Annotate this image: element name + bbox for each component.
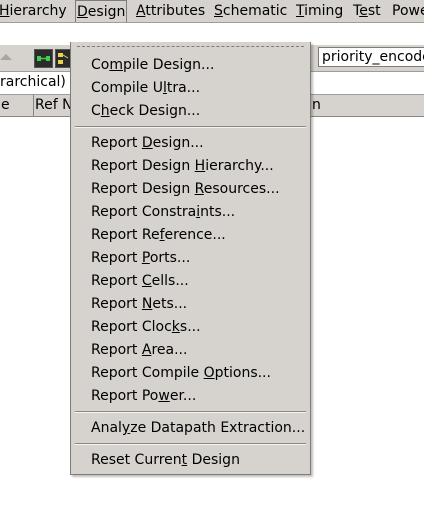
- menu-attributes[interactable]: Attributes: [135, 1, 206, 21]
- tearoff-line[interactable]: [77, 46, 304, 47]
- column-header-extra[interactable]: n: [300, 95, 424, 116]
- menu-item-report-design-resources[interactable]: Report Design Resources...: [91, 179, 280, 199]
- menu-item-report-cells[interactable]: Report Cells...: [91, 271, 189, 291]
- menu-timing[interactable]: Timing: [295, 1, 344, 21]
- menu-item-compile-ultra[interactable]: Compile Ultra...: [91, 78, 200, 98]
- design-dropdown-menu: Compile Design... Compile Ultra... Check…: [70, 42, 311, 475]
- menu-item-report-reference[interactable]: Report Reference...: [91, 225, 226, 245]
- menu-item-report-nets[interactable]: Report Nets...: [91, 294, 187, 314]
- menu-item-report-power[interactable]: Report Power...: [91, 386, 196, 406]
- menu-schematic[interactable]: Schematic: [213, 1, 288, 21]
- menu-item-check-design[interactable]: Check Design...: [91, 101, 200, 121]
- menu-power[interactable]: Powe: [391, 1, 424, 21]
- menu-separator: [75, 126, 306, 128]
- menu-design[interactable]: Design: [75, 0, 128, 22]
- menu-item-report-area[interactable]: Report Area...: [91, 340, 187, 360]
- menu-item-compile-design[interactable]: Compile Design...: [91, 55, 214, 75]
- menu-item-analyze-datapath-extraction[interactable]: Analyze Datapath Extraction...: [91, 418, 305, 438]
- menu-hierarchy[interactable]: Hierarchy: [0, 1, 68, 21]
- menu-separator: [75, 443, 306, 445]
- menu-item-report-clocks[interactable]: Report Clocks...: [91, 317, 201, 337]
- up-arrow-icon[interactable]: [0, 49, 14, 66]
- menu-item-report-constraints[interactable]: Report Constraints...: [91, 202, 235, 222]
- menu-bar: Hierarchy Design Attributes Schematic Ti…: [0, 0, 424, 23]
- column-header-name[interactable]: e: [0, 95, 34, 116]
- schematic-symbol-icon[interactable]: [34, 49, 53, 68]
- menu-item-report-compile-options[interactable]: Report Compile Options...: [91, 363, 271, 383]
- menu-item-report-design[interactable]: Report Design...: [91, 133, 204, 153]
- menu-test[interactable]: Test: [352, 1, 382, 21]
- menu-separator: [75, 411, 306, 413]
- menu-item-report-design-hierarchy[interactable]: Report Design Hierarchy...: [91, 156, 274, 176]
- menu-item-report-ports[interactable]: Report Ports...: [91, 248, 190, 268]
- design-name-field[interactable]: priority_encode: [318, 47, 424, 67]
- menu-item-reset-current-design[interactable]: Reset Current Design: [91, 450, 240, 470]
